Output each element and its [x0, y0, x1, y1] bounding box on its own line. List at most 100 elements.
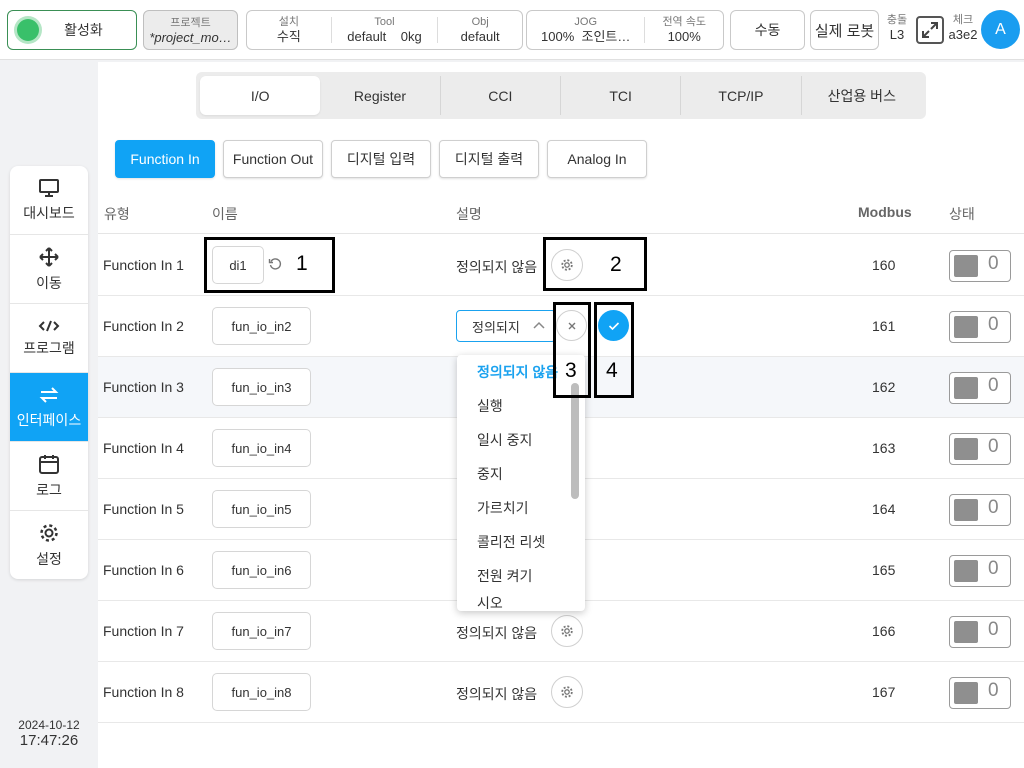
- status-indicator: 0: [949, 433, 1011, 465]
- check-status[interactable]: 체크 a3e2: [946, 14, 980, 43]
- name-input[interactable]: fun_io_in5: [212, 490, 311, 528]
- row-modbus: 167: [872, 684, 896, 700]
- header-type: 유형: [104, 206, 130, 222]
- header-modbus: Modbus: [858, 204, 912, 220]
- status-indicator: 0: [949, 372, 1011, 404]
- tab-tcpip[interactable]: TCP/IP: [681, 76, 802, 115]
- jog-speed-button[interactable]: JOG 100% 조인트… 전역 속도 100%: [526, 10, 724, 50]
- subtab-digital-in[interactable]: 디지털 입력: [331, 140, 431, 178]
- row-modbus: 160: [872, 257, 896, 273]
- speed-cell: 전역 속도 100%: [645, 11, 723, 49]
- install-value: 수직: [276, 28, 301, 44]
- activate-button[interactable]: 활성화: [7, 10, 137, 50]
- check-value: a3e2: [948, 27, 978, 42]
- user-avatar[interactable]: A: [981, 10, 1020, 49]
- subtab-function-in[interactable]: Function In: [115, 140, 215, 178]
- table-header: 유형 이름 설명 Modbus 상태: [98, 190, 1024, 234]
- annotation-number-2: 2: [610, 253, 622, 276]
- row-desc: 정의되지 않음: [456, 259, 538, 275]
- manual-mode-button[interactable]: 수동: [730, 10, 805, 50]
- code-icon: [38, 320, 60, 331]
- dropdown-scrollbar[interactable]: [571, 383, 579, 499]
- status-value: 0: [988, 436, 999, 457]
- collision-level[interactable]: 충돌 L3: [882, 14, 912, 43]
- name-input[interactable]: fun_io_in7: [212, 612, 311, 650]
- calendar-icon: [39, 454, 59, 474]
- tab-tci[interactable]: TCI: [561, 76, 682, 115]
- tab-cci[interactable]: CCI: [441, 76, 561, 115]
- subtab-analog-in[interactable]: Analog In: [547, 140, 647, 178]
- dropdown-option[interactable]: 중지: [457, 457, 585, 491]
- nav-label: 로그: [36, 481, 62, 498]
- annotation-box-1: [204, 237, 335, 293]
- monitor-icon: [39, 178, 59, 197]
- dropdown-option[interactable]: 시오: [457, 593, 585, 611]
- tool-value: default 0kg: [347, 28, 422, 44]
- tab-industrial-bus[interactable]: 산업용 버스: [802, 76, 922, 115]
- status-value: 0: [988, 497, 999, 518]
- annotation-box-4: [594, 302, 634, 398]
- nav-item-program[interactable]: 프로그램: [10, 304, 88, 373]
- row-modbus: 165: [872, 562, 896, 578]
- row-type: Function In 3: [103, 379, 184, 395]
- dropdown-option[interactable]: 콜리전 리셋: [457, 525, 585, 559]
- name-input[interactable]: fun_io_in8: [212, 673, 311, 711]
- status-indicator-icon: [17, 19, 39, 41]
- function-select[interactable]: 정의되지: [456, 310, 556, 342]
- status-indicator: 0: [949, 250, 1011, 282]
- annotation-box-3: [553, 302, 591, 398]
- date: 2024-10-12: [18, 718, 80, 732]
- status-value: 0: [988, 680, 999, 701]
- nav-label: 프로그램: [23, 339, 75, 356]
- obj-cell: Obj default: [438, 11, 522, 49]
- project-title: 프로젝트: [170, 17, 211, 29]
- annotation-number-3: 3: [565, 359, 577, 382]
- name-input[interactable]: fun_io_in6: [212, 551, 311, 589]
- tab-register[interactable]: Register: [320, 76, 441, 115]
- status-value: 0: [988, 253, 999, 274]
- status-indicator: 0: [949, 677, 1011, 709]
- annotation-box-2: [543, 237, 647, 291]
- subtab-digital-out[interactable]: 디지털 출력: [439, 140, 539, 178]
- top-bar: 활성화 프로젝트 *project_mo… 설치 수직 Tool default…: [0, 0, 1024, 60]
- name-input[interactable]: fun_io_in4: [212, 429, 311, 467]
- tool-cell: Tool default 0kg: [332, 11, 438, 49]
- nav-item-settings[interactable]: 설정: [10, 511, 88, 579]
- expand-icon[interactable]: [916, 16, 944, 44]
- nav-label: 설정: [36, 551, 62, 567]
- nav-item-interface[interactable]: 인터페이스: [10, 373, 88, 442]
- row-modbus: 163: [872, 440, 896, 456]
- subtab-function-out[interactable]: Function Out: [223, 140, 323, 178]
- status-indicator: 0: [949, 311, 1011, 343]
- nav-label: 대시보드: [23, 204, 75, 221]
- dropdown-option[interactable]: 전원 켜기: [457, 559, 585, 593]
- time: 17:47:26: [19, 732, 79, 749]
- datetime: 2024-10-12 17:47:26: [10, 718, 88, 749]
- function-select-value: 정의되지: [472, 319, 520, 335]
- header-status: 상태: [949, 206, 975, 222]
- function-settings-button[interactable]: [551, 615, 583, 647]
- name-input[interactable]: fun_io_in2: [212, 307, 311, 345]
- real-robot-button[interactable]: 실제 로봇: [810, 10, 879, 50]
- annotation-number-1: 1: [296, 252, 308, 275]
- header-desc: 설명: [456, 206, 482, 222]
- install-info-button[interactable]: 설치 수직 Tool default 0kg Obj default: [246, 10, 523, 50]
- tab-io[interactable]: I/O: [200, 76, 321, 115]
- dropdown-option[interactable]: 일시 중지: [457, 423, 585, 457]
- name-input[interactable]: fun_io_in3: [212, 368, 311, 406]
- move-icon: [39, 246, 59, 267]
- jog-label: JOG: [574, 15, 598, 28]
- obj-label: Obj: [471, 15, 489, 28]
- project-name: *project_mo…: [149, 30, 232, 45]
- nav-item-log[interactable]: 로그: [10, 442, 88, 511]
- install-label: 설치: [278, 15, 299, 28]
- row-modbus: 164: [872, 501, 896, 517]
- project-button[interactable]: 프로젝트 *project_mo…: [143, 10, 238, 50]
- speed-value: 100%: [667, 28, 701, 44]
- dropdown-option[interactable]: 가르치기: [457, 491, 585, 525]
- tab-bar: I/O Register CCI TCI TCP/IP 산업용 버스: [196, 72, 926, 119]
- function-settings-button[interactable]: [551, 676, 583, 708]
- nav-item-move[interactable]: 이동: [10, 235, 88, 304]
- row-type: Function In 4: [103, 440, 184, 456]
- nav-item-dashboard[interactable]: 대시보드: [10, 166, 88, 235]
